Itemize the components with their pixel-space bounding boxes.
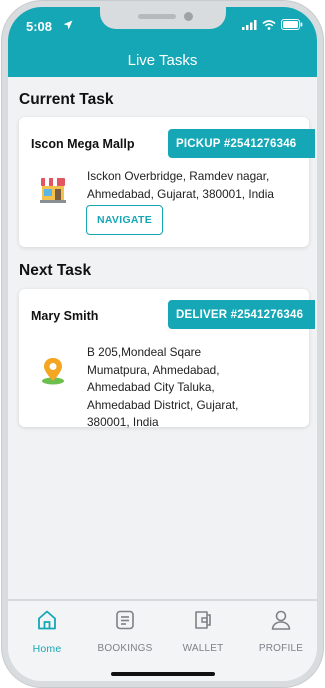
address-line: B 205,Mondeal Sqare: [87, 345, 202, 359]
home-indicator[interactable]: [110, 672, 215, 676]
pickup-address: Isckon Overbridge, Ramdev nagar, Ahmedab…: [87, 168, 274, 203]
address-line: Mumatpura, Ahmedabad,: [87, 362, 220, 377]
nav-item-home[interactable]: Home: [12, 609, 82, 655]
pickup-location-name: Iscon Mega Mallp: [31, 137, 135, 151]
status-icons: [242, 19, 303, 30]
nav-item-profile[interactable]: PROFILE: [246, 609, 316, 654]
address-line: Isckon Overbridge, Ramdev nagar,: [87, 169, 270, 183]
bottom-navigation: Home BOOKINGS WALLET PROFILE: [8, 599, 317, 681]
nav-item-bookings[interactable]: BOOKINGS: [90, 609, 160, 654]
current-task-card[interactable]: Iscon Mega Mallp PICKUP #2541276346 Isck…: [19, 117, 315, 247]
status-time: 5:08: [26, 19, 53, 34]
nav-item-wallet[interactable]: WALLET: [168, 609, 238, 654]
delivery-order-tag: DELIVER #2541276346: [168, 300, 315, 329]
nav-label-wallet: WALLET: [182, 643, 224, 654]
home-icon: [38, 610, 56, 630]
pickup-order-tag: PICKUP #2541276346: [168, 129, 315, 158]
navigate-button[interactable]: NAVIGATE: [86, 205, 163, 235]
customer-name: Mary Smith: [31, 309, 99, 323]
bookings-icon: [116, 610, 134, 630]
address-line: Ahmedabad City Taluka,: [87, 380, 215, 394]
map-pin-icon: [42, 358, 64, 385]
signal-icon: [242, 19, 257, 30]
nav-label-bookings: BOOKINGS: [97, 643, 153, 654]
speaker-slot: [137, 14, 176, 19]
nav-label-profile: PROFILE: [258, 643, 304, 654]
battery-icon: [281, 19, 303, 30]
next-task-card[interactable]: Mary Smith DELIVER #2541276346 B 205,Mon…: [19, 289, 315, 429]
profile-icon: [271, 610, 291, 630]
store-icon: [40, 178, 66, 203]
wallet-icon: [195, 611, 211, 629]
camera-dot: [183, 12, 193, 21]
nav-label-home: Home: [32, 643, 62, 655]
current-task-heading: Current Task: [19, 91, 114, 108]
location-arrow-icon: [63, 20, 73, 30]
address-line: 380001, India: [87, 415, 159, 429]
device-notch: [99, 7, 226, 29]
app-header: 5:08 Live Tasks: [8, 7, 317, 77]
next-task-heading: Next Task: [19, 262, 92, 279]
wifi-icon: [262, 19, 276, 30]
address-line: Ahmedabad, Gujarat, 380001, India: [87, 186, 274, 201]
delivery-address: B 205,Mondeal Sqare Mumatpura, Ahmedabad…: [87, 344, 238, 432]
page-title: Live Tasks: [127, 52, 198, 69]
address-line: Ahmedabad District, Gujarat,: [87, 397, 239, 412]
phone-frame: 5:08 Live Tasks Current Task Iscon Mega …: [2, 1, 323, 687]
app-screen: 5:08 Live Tasks Current Task Iscon Mega …: [8, 7, 317, 681]
